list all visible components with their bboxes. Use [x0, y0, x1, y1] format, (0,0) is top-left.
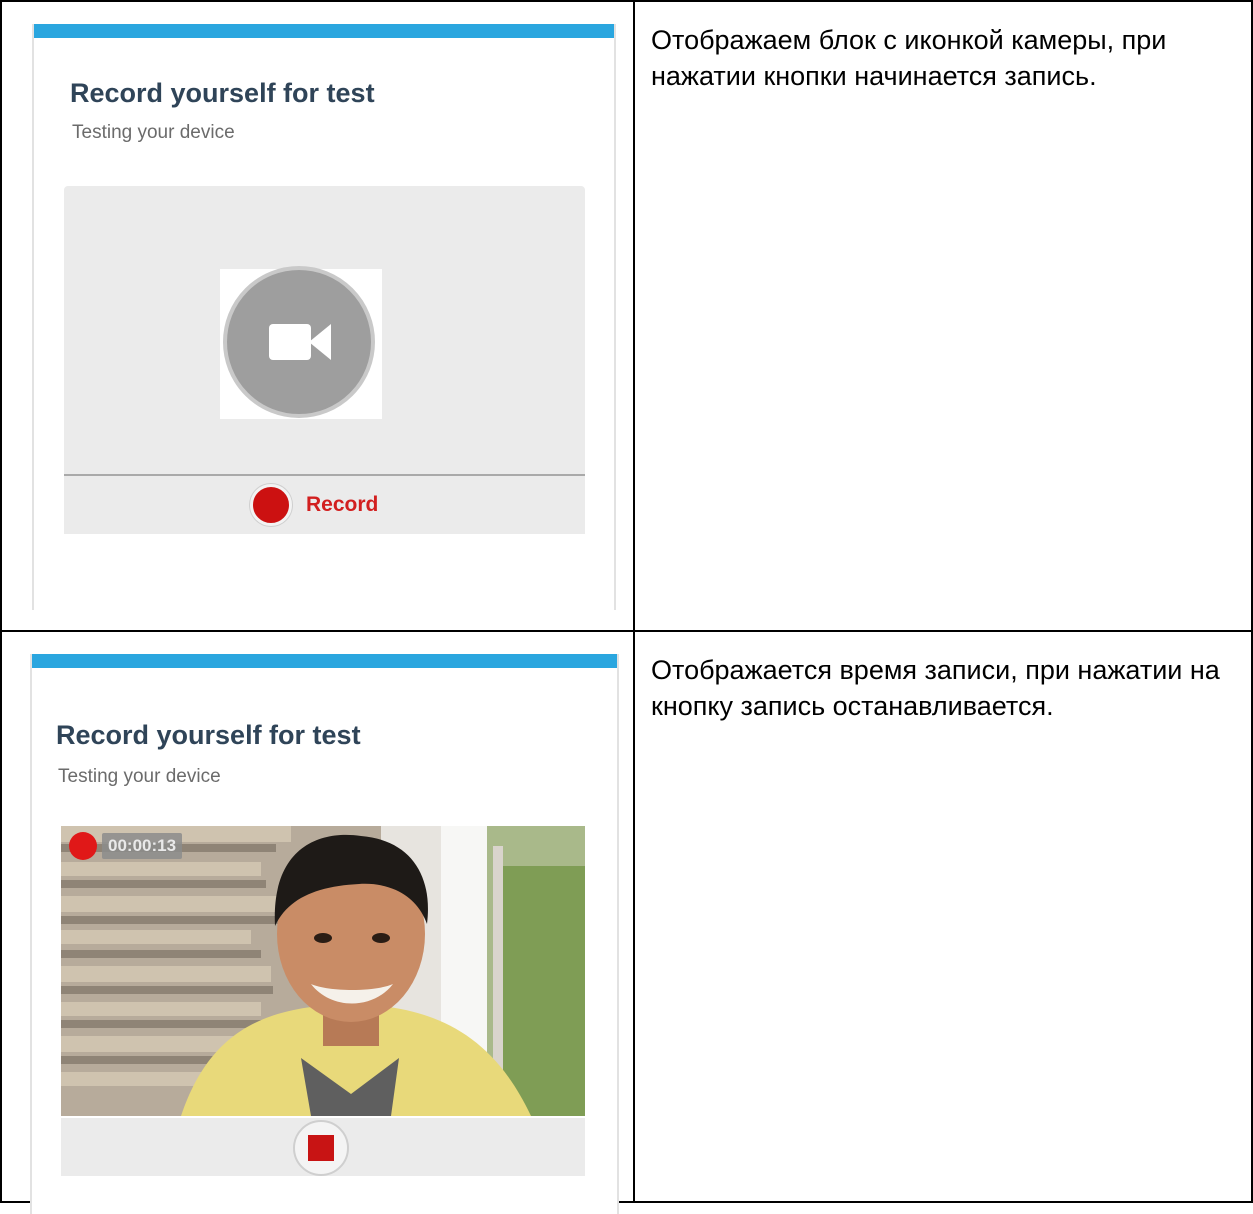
card-accent-bar [34, 24, 614, 38]
record-button[interactable]: Record [250, 484, 378, 526]
card-title: Record yourself for test [70, 78, 375, 108]
screenshot-cell-recording-idle: Record yourself for test Testing your de… [0, 0, 635, 632]
video-frame-image [61, 826, 585, 1116]
record-button-label: Record [306, 493, 379, 516]
recording-time: 00:00:13 [102, 833, 183, 859]
screenshot-cell-recording-active: Record yourself for test Testing your de… [0, 630, 635, 1214]
card-title: Record yourself for test [56, 720, 361, 750]
description-text-1: Отображаем блок с иконкой камеры, при на… [651, 25, 1167, 91]
camera-placeholder[interactable] [220, 266, 382, 419]
stop-icon [308, 1135, 334, 1161]
stop-button[interactable] [293, 1120, 349, 1176]
video-camera-icon [223, 266, 375, 418]
description-cell-1: Отображаем блок с иконкой камеры, при на… [633, 0, 1253, 632]
card-subtitle: Testing your device [58, 766, 221, 787]
stop-control-bar [61, 1118, 585, 1176]
instruction-table: Record yourself for test Testing your de… [0, 0, 1253, 1214]
record-dot-icon [250, 484, 292, 526]
recording-indicator-icon [69, 832, 97, 860]
camera-lens-shape [309, 324, 331, 360]
card-subtitle: Testing your device [72, 122, 235, 143]
live-video-feed: 00:00:13 [61, 826, 585, 1116]
description-cell-2: Отображается время записи, при нажатии н… [633, 630, 1253, 1203]
recording-timer: 00:00:13 [69, 832, 183, 860]
description-text-2: Отображается время записи, при нажатии н… [651, 655, 1220, 721]
card-accent-bar [32, 654, 617, 668]
camera-body-shape [269, 324, 311, 360]
camera-preview-area [64, 186, 585, 476]
record-card-idle: Record yourself for test Testing your de… [32, 24, 616, 610]
record-card-active: Record yourself for test Testing your de… [30, 654, 619, 1214]
record-control-bar: Record [64, 476, 585, 534]
